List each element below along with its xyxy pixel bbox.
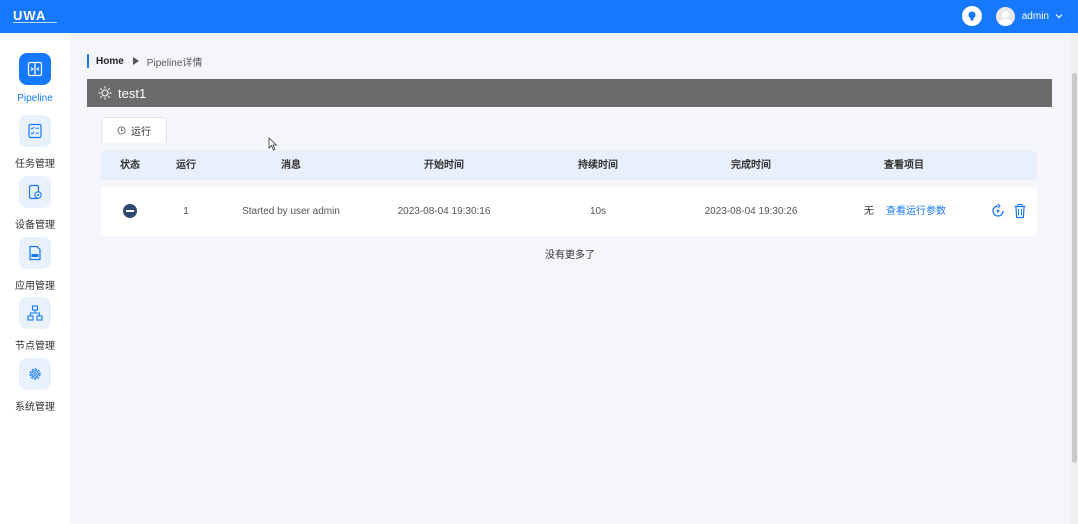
lightbulb-icon[interactable] [961,6,982,26]
duration: 10s [589,206,607,217]
pipeline-icon [19,53,51,85]
sidebar-item-apps[interactable]: 应用管理 [0,237,70,292]
tab-run[interactable]: 运行 [101,117,167,143]
top-bar: UWA admin [0,0,1078,33]
end-time: 2023-08-04 19:30:26 [704,206,798,217]
sidebar-item-devices[interactable]: 设备管理 [0,176,70,231]
breadcrumb: Home Pipeline详情 [87,54,203,69]
breadcrumb-home[interactable]: Home [96,56,124,67]
task-list-icon [19,115,51,147]
sun-icon [98,86,112,100]
scrollbar[interactable] [1071,33,1078,524]
breadcrumb-current: Pipeline详情 [146,57,203,69]
sidebar-item-label: 系统管理 [15,402,55,413]
svg-text:UWA: UWA [13,8,46,23]
apk-file-icon [19,237,51,269]
column-header: 开始时间 [424,160,464,171]
project-value: 无 [864,206,874,217]
sidebar-item-label: 应用管理 [15,281,55,292]
chevron-down-icon[interactable] [1054,11,1064,21]
run-message: Started by user admin [242,206,340,217]
table-row: 1 Started by user admin 2023-08-04 19:30… [101,187,1037,236]
avatar[interactable] [995,6,1015,26]
replay-icon[interactable] [990,203,1006,219]
mouse-cursor-icon [268,137,278,151]
tab-run-label: 运行 [131,127,151,138]
sidebar-item-label: Pipeline [17,93,53,104]
no-more-text: 没有更多了 [545,250,595,261]
column-header: 持续时间 [578,160,618,171]
device-settings-icon [19,176,51,208]
username[interactable]: admin [1022,11,1049,22]
pipeline-title: test1 [118,85,147,101]
column-header: 消息 [281,160,301,171]
sidebar-item-nodes[interactable]: 节点管理 [0,297,70,352]
sidebar: Pipeline 任务管理 设备管理 应用管理 节点管理 系统管理 [0,33,70,524]
run-number: 1 [183,206,189,217]
sidebar-item-system[interactable]: 系统管理 [0,358,70,413]
column-header: 运行 [176,160,196,171]
view-params-link[interactable]: 查看运行参数 [886,187,946,236]
start-time: 2023-08-04 19:30:16 [397,206,491,217]
sidebar-item-tasks[interactable]: 任务管理 [0,115,70,170]
column-header: 状态 [120,160,140,171]
clock-icon [117,126,126,135]
scrollbar-thumb[interactable] [1072,73,1077,463]
sidebar-item-label: 任务管理 [15,159,55,170]
sidebar-item-label: 节点管理 [15,341,55,352]
pipeline-title-bar: test1 [87,79,1052,107]
trash-icon[interactable] [1012,203,1028,219]
table-header: 状态 运行 消息 开始时间 持续时间 完成时间 查看项目 [101,151,1037,180]
column-header: 完成时间 [731,160,771,171]
sidebar-item-label: 设备管理 [15,220,55,231]
sidebar-item-pipeline[interactable]: Pipeline [0,53,70,104]
user-area: admin [961,6,1064,26]
node-tree-icon [19,297,51,329]
status-stopped-icon [123,204,137,218]
logo[interactable]: UWA [13,8,59,25]
column-header: 查看项目 [884,160,924,171]
breadcrumb-arrow-icon [132,57,139,65]
gear-icon [19,358,51,390]
